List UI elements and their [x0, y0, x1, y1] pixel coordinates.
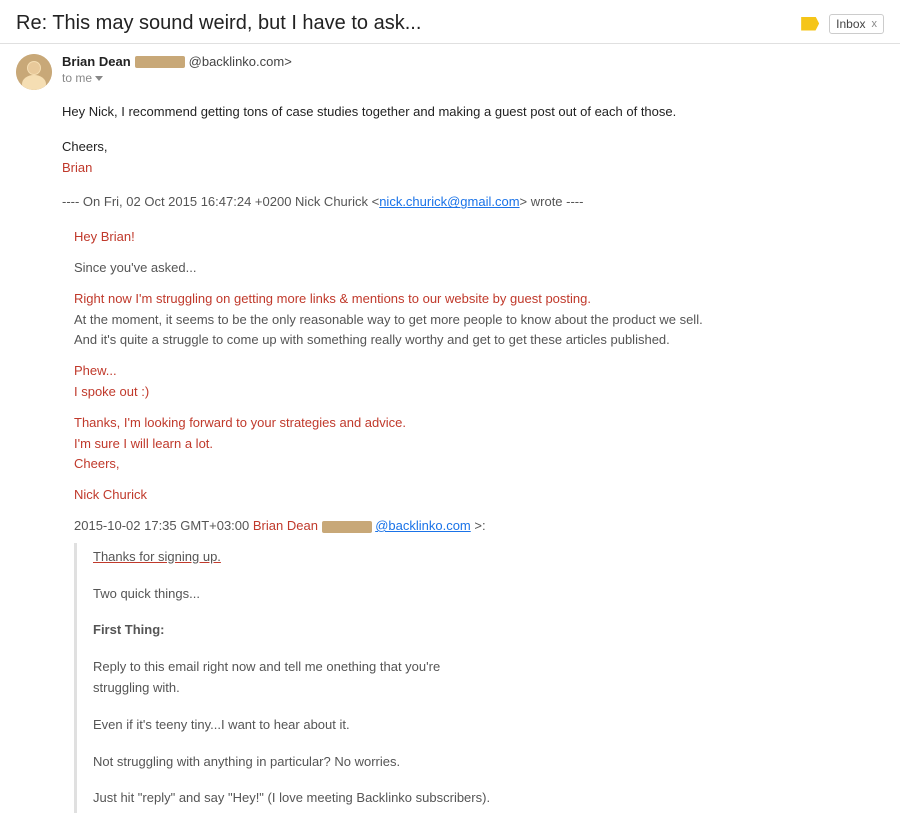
nested-date: 2015-10-02 17:35 GMT+03:00 — [74, 518, 249, 533]
nested-para3: Not struggling with anything in particul… — [93, 748, 884, 777]
dropdown-arrow-icon[interactable] — [95, 76, 103, 81]
brian-signature: Brian — [62, 158, 884, 179]
email-body: Hey Nick, I recommend getting tons of ca… — [0, 98, 900, 837]
sender-name-line: Brian Dean @backlinko.com> — [62, 54, 884, 69]
cheers-text: Cheers, — [62, 137, 884, 158]
phew-text: Phew... — [74, 363, 117, 378]
nested-quote-header: 2015-10-02 17:35 GMT+03:00 Brian Dean @b… — [74, 516, 884, 537]
quoted-thanks: Thanks, I'm looking forward to your stra… — [74, 413, 884, 475]
para1b-text: struggling with. — [93, 680, 180, 695]
para1-text: Reply to this email right now and tell m… — [93, 659, 440, 674]
email-header: Re: This may sound weird, but I have to … — [0, 0, 900, 44]
nested-email-redacted — [322, 521, 372, 533]
inbox-badge: Inbox x — [829, 14, 884, 34]
nick-email-link[interactable]: nick.churick@gmail.com — [379, 194, 519, 209]
divider-text2: > wrote ---- — [520, 194, 584, 209]
sender-email-redacted — [135, 56, 185, 68]
thanks1-text: Thanks, I'm looking forward to your stra… — [74, 415, 406, 430]
to-me-text: to me — [62, 71, 92, 85]
email-subject: Re: This may sound weird, but I have to … — [16, 12, 787, 35]
quoted-hey: Hey Brian! — [74, 227, 884, 248]
nested-quote: Thanks for signing up. Two quick things.… — [74, 543, 884, 813]
sender-email-domain: @backlinko.com> — [189, 54, 292, 69]
nested-first-thing: First Thing: — [93, 616, 884, 645]
inbox-label: Inbox — [836, 17, 865, 31]
thanks2-text: I'm sure I will learn a lot. — [74, 436, 213, 451]
avatar — [16, 54, 52, 90]
divider-text: ---- On Fri, 02 Oct 2015 16:47:24 +0200 … — [62, 194, 379, 209]
cheers-section: Cheers, Brian — [62, 137, 884, 179]
nested-para2: Even if it's teeny tiny...I want to hear… — [93, 711, 884, 740]
close-icon[interactable]: x — [872, 18, 878, 30]
quoted-cheers: Cheers, — [74, 456, 120, 471]
divider-line: ---- On Fri, 02 Oct 2015 16:47:24 +0200 … — [62, 192, 884, 213]
sender-section: Brian Dean @backlinko.com> to me — [0, 44, 900, 98]
quoted-struggle: Right now I'm struggling on getting more… — [74, 289, 884, 351]
struggle-p2: At the moment, it seems to be the only r… — [74, 312, 703, 327]
quoted-email: Hey Brian! Since you've asked... Right n… — [62, 227, 884, 813]
to-me-line: to me — [62, 71, 884, 85]
quoted-since: Since you've asked... — [74, 258, 884, 279]
struggle-p3: And it's quite a struggle to come up wit… — [74, 332, 670, 347]
nested-suffix: >: — [474, 518, 485, 533]
nested-email-link[interactable]: @backlinko.com — [375, 518, 471, 533]
first-thing-label: First Thing: — [93, 622, 165, 637]
nick-name: Nick Churick — [74, 485, 884, 506]
nested-para4: Just hit "reply" and say "Hey!" (I love … — [93, 784, 884, 813]
hey-brian-text: Hey Brian! — [74, 229, 135, 244]
label-tag-icon — [801, 17, 819, 31]
struggle-p1: Right now I'm struggling on getting more… — [74, 291, 591, 306]
sender-name: Brian Dean — [62, 54, 131, 69]
spoke-text: I spoke out :) — [74, 384, 149, 399]
quoted-phew: Phew... I spoke out :) — [74, 361, 884, 403]
nested-line1: Thanks for signing up. — [93, 543, 884, 572]
nested-brian-name: Brian Dean — [253, 518, 318, 533]
email-container: Re: This may sound weird, but I have to … — [0, 0, 900, 837]
nested-para1: Reply to this email right now and tell m… — [93, 653, 884, 703]
sender-info: Brian Dean @backlinko.com> to me — [62, 54, 884, 85]
thanks-signup-text: Thanks for signing up. — [93, 549, 221, 564]
nested-line2: Two quick things... — [93, 580, 884, 609]
reply-text: Hey Nick, I recommend getting tons of ca… — [62, 102, 884, 123]
